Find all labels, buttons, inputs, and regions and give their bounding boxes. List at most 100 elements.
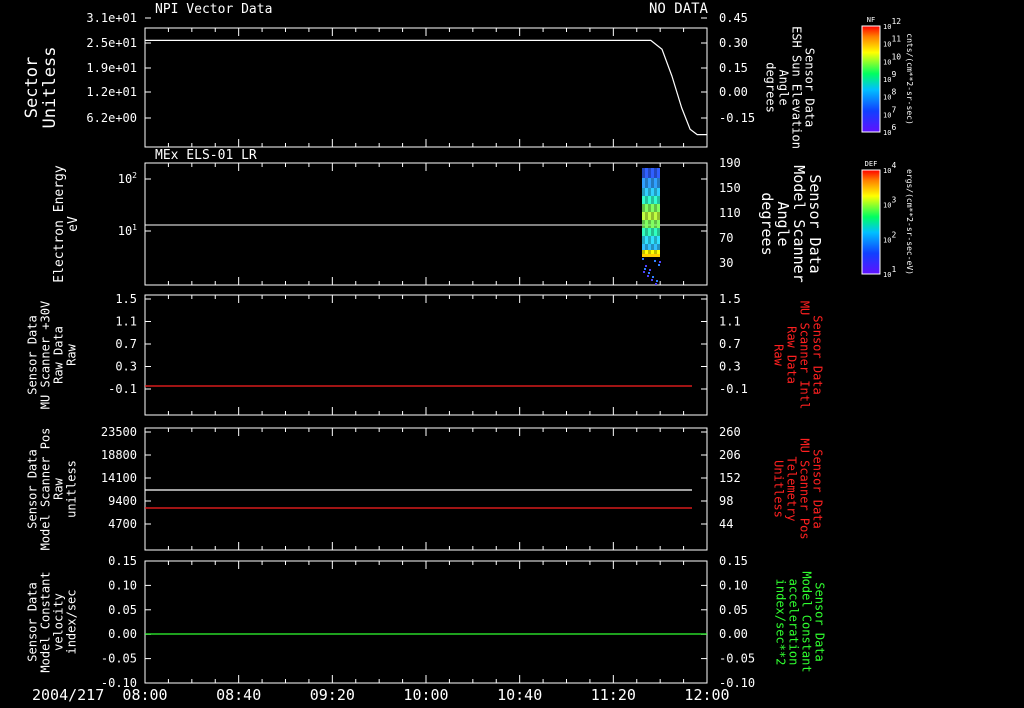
spectrogram-cell — [651, 188, 654, 196]
spectrogram-cell — [657, 220, 660, 228]
spectrogram-cell — [657, 204, 660, 212]
spectrogram-cell — [648, 228, 651, 236]
spectrogram-cell — [654, 212, 657, 220]
spectrogram-cell — [657, 196, 660, 204]
left-axis-label-line: velocity — [52, 593, 66, 651]
spectrogram-cell — [657, 236, 660, 244]
spectrogram-cell — [642, 188, 645, 196]
left-tick-label: 14100 — [101, 471, 137, 485]
spectrogram-cell — [657, 178, 660, 188]
spectrogram-cell — [657, 212, 660, 220]
spectrogram-cell — [649, 269, 651, 271]
right-tick-label: 110 — [719, 206, 741, 220]
panel-p2 — [144, 162, 708, 286]
right-tick-label: 190 — [719, 156, 741, 170]
right-axis-label-line: degrees — [758, 192, 776, 255]
colorbar-units-text: cnts/(cm**2-sr-sec) — [905, 33, 914, 125]
spectrogram-cell — [648, 212, 651, 220]
right-tick-label: -0.05 — [719, 652, 755, 666]
right-tick-label: 0.15 — [719, 61, 748, 75]
spectrogram-cell — [642, 178, 645, 188]
spectrogram-cell — [655, 283, 657, 285]
right-tick-label: 1.5 — [719, 292, 741, 306]
right-tick-label: 0.3 — [719, 360, 741, 374]
spectrogram-cell — [648, 272, 650, 274]
right-tick-label: 0.15 — [719, 554, 748, 568]
right-axis-label-line: degrees — [764, 62, 778, 113]
panel-p4 — [144, 427, 708, 551]
left-tick-label: 102 — [118, 171, 137, 186]
spectrogram-cell — [654, 168, 657, 178]
spectrogram-cell — [642, 228, 645, 236]
panel-frame — [144, 427, 708, 551]
right-axis-label-line: ESH Sun Elevation — [790, 26, 804, 149]
left-axis-label-line: Raw — [52, 477, 66, 499]
right-axis-label-line: Sensor Data — [803, 48, 817, 127]
right-axis-label: Sensor DataModel Constantaccelerationind… — [774, 571, 827, 672]
spectrogram-cell — [645, 212, 648, 220]
spectrogram-cell — [648, 168, 651, 178]
spectrogram-cell — [645, 168, 648, 178]
left-axis-label-line: Unitless — [40, 47, 60, 129]
time-tick-label: 09:20 — [310, 686, 355, 704]
colorbar-units-text: ergs/(cm**2-sr-sec-eV) — [905, 169, 914, 275]
left-tick-label: -0.05 — [101, 652, 137, 666]
colorbar-tick-label: 109 — [883, 70, 896, 84]
colorbar-ramp — [862, 26, 880, 132]
left-tick-label: 0.00 — [108, 627, 137, 641]
right-axis-label-line: acceleration — [787, 579, 801, 666]
left-tick-label: 23500 — [101, 425, 137, 439]
left-tick-label: 6.2e+00 — [86, 111, 137, 125]
right-tick-label: 206 — [719, 448, 741, 462]
right-tick-label: 98 — [719, 494, 733, 508]
right-axis-label-line: Sensor Data — [813, 582, 827, 661]
left-tick-label: 0.10 — [108, 578, 137, 592]
panel-p3 — [144, 294, 708, 416]
colorbar-units: ergs/(cm**2-sr-sec-eV) — [905, 169, 914, 275]
panel-p5 — [144, 560, 708, 684]
colorbar-tick-label: 107 — [883, 105, 896, 119]
colorbar-tick-label: 1010 — [883, 52, 901, 66]
left-axis-label-line: index/sec — [65, 589, 79, 654]
spectrogram-cell — [654, 204, 657, 212]
left-tick-label: 3.1e+01 — [86, 11, 137, 25]
spectrogram-cell — [648, 244, 651, 250]
spectrogram-cell — [651, 236, 654, 244]
spectrogram-cell — [645, 265, 647, 267]
spectrogram-cell — [657, 244, 660, 250]
panel-p1 — [144, 17, 708, 148]
right-axis-label: Sensor DataMU Scanner IntlRaw DataRaw — [772, 301, 825, 409]
sun-elevation-line — [145, 39, 707, 136]
left-axis-label-line: Sensor Data — [26, 315, 40, 394]
left-tick-label: 9400 — [108, 494, 137, 508]
left-tick-label: 101 — [118, 223, 137, 238]
left-tick-label: 4700 — [108, 517, 137, 531]
panel-frame — [144, 162, 708, 286]
spectrogram-cell — [656, 280, 658, 282]
right-axis-label-line: Sensor Data — [811, 449, 825, 528]
spectrogram-cell — [659, 261, 661, 263]
right-tick-label: 0.00 — [719, 85, 748, 99]
spectrogram-cell — [642, 168, 645, 178]
right-tick-label: 0.05 — [719, 603, 748, 617]
left-tick-label: 1.2e+01 — [86, 85, 137, 99]
left-axis-label-line: Model Constant — [39, 571, 53, 672]
right-axis-label-line: MU Scanner Intl — [798, 301, 812, 409]
left-tick-label: -0.1 — [108, 382, 137, 396]
left-axis-label-line: Model Scanner Pos — [39, 428, 53, 551]
panel-frame — [144, 294, 708, 416]
left-tick-label: 0.7 — [115, 337, 137, 351]
right-axis-label-line: Unitless — [772, 460, 786, 518]
right-tick-label: 0.45 — [719, 11, 748, 25]
spectrogram-cell — [642, 204, 645, 212]
spectrogram-cell — [648, 178, 651, 188]
spectrogram-cell — [648, 236, 651, 244]
colorbar-tag: NF — [867, 16, 875, 24]
spectrogram-cell — [645, 196, 648, 204]
spectrogram-cell — [654, 178, 657, 188]
spectrogram-cell — [654, 236, 657, 244]
colorbar-units: cnts/(cm**2-sr-sec) — [905, 33, 914, 125]
spectrogram-cell — [645, 204, 648, 212]
spectrogram-cell — [651, 244, 654, 250]
left-axis-label-line: eV — [66, 216, 81, 232]
